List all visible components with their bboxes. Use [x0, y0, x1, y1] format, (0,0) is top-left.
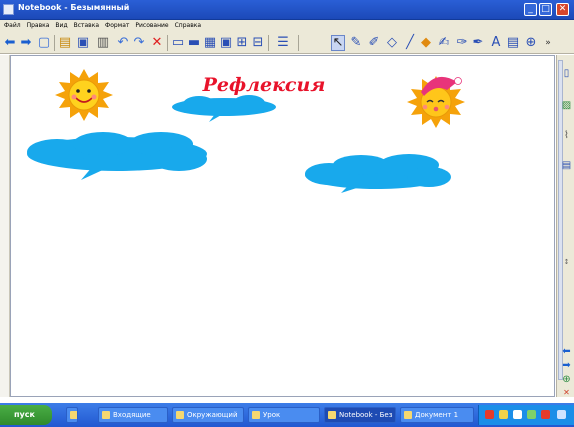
menu-insert[interactable]: Вставка [74, 20, 99, 32]
pen-icon[interactable]: ✎ [349, 35, 363, 51]
cloud-right[interactable] [305, 154, 451, 193]
capture-area-icon[interactable]: ⊟ [251, 35, 265, 51]
forward-arrow-icon[interactable]: ➡ [19, 35, 33, 51]
sun-right-icon[interactable] [407, 76, 465, 128]
window-title: Notebook - Безымянный [18, 3, 130, 12]
taskbar: пуск Входящие Окружающий Урок Notebook -… [0, 403, 574, 427]
taskbar-item[interactable]: Документ 1 [400, 407, 474, 423]
select-icon[interactable]: ↖ [331, 35, 345, 51]
capture-icon[interactable]: ▣ [219, 35, 233, 51]
menu-help[interactable]: Справка [175, 20, 201, 32]
taskbar-item[interactable]: Окружающий [172, 407, 244, 423]
table-icon[interactable]: ▦ [203, 35, 217, 51]
menu-view[interactable]: Вид [55, 20, 67, 32]
system-tray [478, 405, 574, 425]
volume-icon[interactable] [499, 410, 508, 419]
toolbar-separator [167, 35, 168, 51]
properties-icon[interactable]: ▤ [506, 35, 520, 51]
save-icon[interactable]: ▣ [76, 35, 90, 51]
whiteboard-canvas[interactable]: Рефлексия [10, 55, 555, 397]
back-arrow-icon[interactable]: ⬅ [3, 35, 17, 51]
taskbar-item[interactable]: Урок [248, 407, 320, 423]
eraser-icon[interactable]: ◇ [385, 35, 399, 51]
prev-page-icon[interactable]: ⬅ [560, 345, 573, 359]
app-icon [3, 4, 14, 15]
new-page-icon[interactable]: ▢ [37, 35, 51, 51]
highlighter-icon[interactable]: ✒ [471, 35, 485, 51]
menu-file[interactable]: Файл [4, 20, 21, 32]
toolbar-menu-icon[interactable]: ☰ [273, 35, 293, 51]
menu-draw[interactable]: Рисование [135, 20, 168, 32]
show-screen-icon[interactable]: ▬ [187, 35, 201, 51]
left-border [0, 55, 10, 397]
slide-graphics: Рефлексия [27, 69, 465, 193]
menu-edit[interactable]: Правка [27, 20, 50, 32]
text-icon[interactable]: A [489, 35, 503, 51]
add-page-icon[interactable]: ⊕ [560, 373, 573, 387]
close-panel-icon[interactable]: ✕ [560, 386, 573, 400]
sun-left-icon[interactable] [55, 69, 113, 121]
attachments-icon[interactable]: ⌇ [560, 129, 573, 143]
maximize-button[interactable]: □ [539, 3, 552, 16]
properties-panel-icon[interactable]: ▤ [560, 159, 573, 173]
minimize-button[interactable]: _ [524, 3, 537, 16]
toolbar-separator [268, 35, 269, 51]
side-panel: ▯ ▨ ⌇ ▤ ↕ ⬅ ➡ ⊕ ✕ [556, 55, 574, 397]
cloud-title[interactable] [172, 95, 276, 122]
toolbar-separator [54, 35, 55, 51]
fill-icon[interactable]: ✍ [437, 35, 451, 51]
toolbar: ⬅ ➡ ▢ ▤ ▣ ▥ ↶ ↷ ✕ ▭ ▬ ▦ ▣ ⊞ ⊟ ☰ ↖ ✎ ✐ ◇ … [0, 32, 574, 54]
menu-format[interactable]: Формат [105, 20, 129, 32]
open-icon[interactable]: ▤ [58, 35, 72, 51]
redo-icon[interactable]: ↷ [132, 35, 146, 51]
title-bar: Notebook - Безымянный _ □ ✕ [0, 0, 574, 20]
toolbar-separator [298, 35, 299, 51]
shape-icon[interactable]: ◆ [419, 35, 433, 51]
overflow-icon[interactable]: » [543, 35, 553, 51]
more-tools-icon[interactable]: ⊕ [524, 35, 538, 51]
taskbar-item[interactable]: Входящие [98, 407, 168, 423]
magic-pen-icon[interactable]: ✑ [455, 35, 469, 51]
gallery-icon[interactable]: ▨ [560, 99, 573, 113]
next-page-icon[interactable]: ➡ [560, 359, 573, 373]
line-icon[interactable]: ╱ [403, 35, 417, 51]
network-icon[interactable] [513, 410, 522, 419]
full-screen-icon[interactable]: ⊞ [235, 35, 249, 51]
creative-pen-icon[interactable]: ✐ [367, 35, 381, 51]
menu-bar: Файл Правка Вид Вставка Формат Рисование… [0, 20, 574, 32]
slide-title[interactable]: Рефлексия [202, 74, 326, 96]
page-sorter-icon[interactable]: ▯ [560, 67, 573, 81]
undo-icon[interactable]: ↶ [116, 35, 130, 51]
delete-icon[interactable]: ✕ [150, 35, 164, 51]
cloud-large[interactable] [27, 132, 207, 180]
tray-alert-icon[interactable] [541, 410, 550, 419]
paste-icon[interactable]: ▥ [96, 35, 110, 51]
tray-app-icon[interactable] [527, 410, 536, 419]
start-button[interactable]: пуск [0, 405, 52, 425]
quick-launch-icon[interactable] [66, 407, 78, 423]
lang-icon[interactable] [485, 410, 494, 419]
close-button[interactable]: ✕ [556, 3, 569, 16]
clock-icon[interactable] [557, 410, 566, 419]
collapse-arrows-icon[interactable]: ↕ [560, 255, 573, 269]
taskbar-item-active[interactable]: Notebook - Без [324, 407, 396, 423]
screen-shade-icon[interactable]: ▭ [171, 35, 185, 51]
